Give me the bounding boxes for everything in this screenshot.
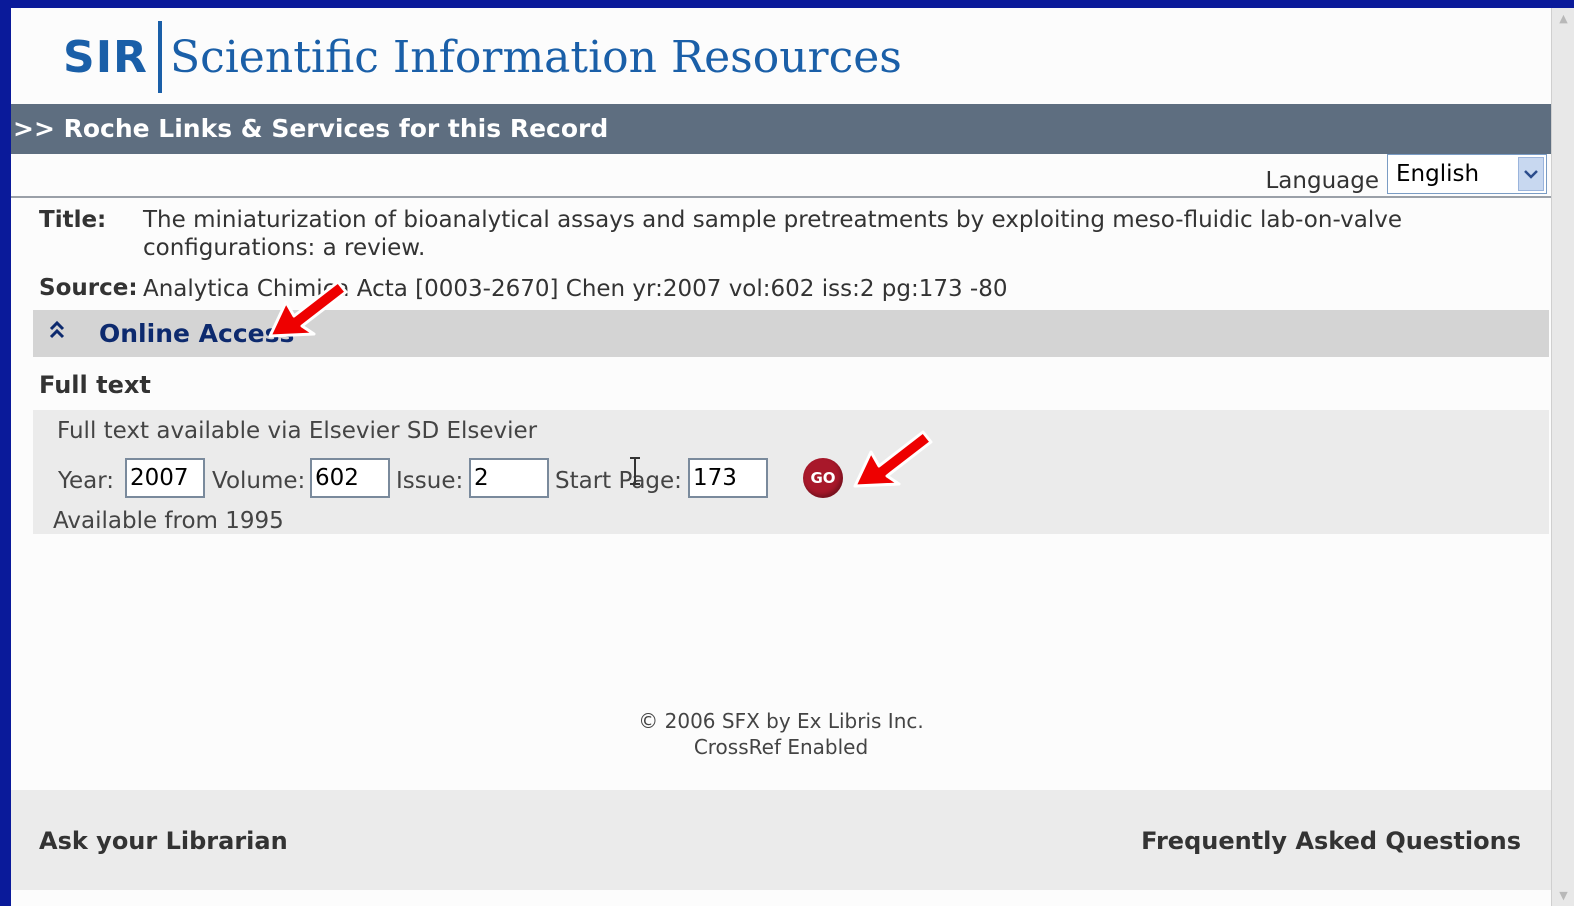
vertical-scrollbar[interactable]: ▲ ▼ <box>1551 8 1574 906</box>
full-text-availability: Full text available via Elsevier SD Else… <box>57 418 538 444</box>
footer-links-bar: Ask your Librarian Frequently Asked Ques… <box>11 790 1551 890</box>
source-label: Source: <box>39 275 138 301</box>
issue-label: Issue: <box>396 468 464 494</box>
title-value: The miniaturization of bioanalytical ass… <box>143 207 1402 261</box>
faq-link[interactable]: Frequently Asked Questions <box>1141 827 1521 855</box>
language-selected-value: English <box>1396 161 1480 187</box>
scroll-down-icon[interactable]: ▼ <box>1555 887 1572 904</box>
text-cursor-icon <box>630 457 640 485</box>
sir-logo: SIR Scientific Information Resources <box>63 20 902 94</box>
copyright-block: © 2006 SFX by Ex Libris Inc. CrossRef En… <box>11 708 1551 760</box>
logo-acronym: SIR <box>63 31 148 83</box>
scroll-up-icon[interactable]: ▲ <box>1555 10 1572 27</box>
language-select[interactable]: English <box>1387 154 1547 194</box>
volume-input[interactable]: 602 <box>310 458 390 498</box>
record-bar-title: >> Roche Links & Services for this Recor… <box>13 114 609 143</box>
ask-librarian-link[interactable]: Ask your Librarian <box>39 827 288 855</box>
crossref-text: CrossRef Enabled <box>693 735 869 759</box>
start-page-input[interactable]: 173 <box>688 458 768 498</box>
chevron-down-icon[interactable] <box>1518 157 1544 191</box>
annotation-arrow-icon <box>268 280 348 338</box>
go-button[interactable]: GO <box>803 458 843 498</box>
start-page-label: Start Page: <box>555 468 682 494</box>
logo-divider <box>157 21 162 93</box>
record-bar: >> Roche Links & Services for this Recor… <box>11 104 1551 154</box>
full-text-heading: Full text <box>39 371 151 399</box>
sfx-window: SIR Scientific Information Resources >> … <box>11 8 1551 906</box>
copyright-text: © 2006 SFX by Ex Libris Inc. <box>638 709 924 733</box>
language-row: Language English <box>11 154 1551 198</box>
year-label: Year: <box>58 468 115 494</box>
language-label: Language <box>1265 168 1379 194</box>
double-chevron-up-icon[interactable] <box>47 320 67 344</box>
title-label: Title: <box>39 207 107 233</box>
online-access-section[interactable]: Online Access <box>33 310 1549 357</box>
available-from: Available from 1995 <box>53 508 284 534</box>
full-text-panel: Full text available via Elsevier SD Else… <box>33 410 1549 534</box>
year-input[interactable]: 2007 <box>125 458 205 498</box>
issue-input[interactable]: 2 <box>469 458 549 498</box>
annotation-arrow-icon <box>853 430 933 488</box>
logo-name: Scientific Information Resources <box>169 31 902 83</box>
volume-label: Volume: <box>212 468 306 494</box>
